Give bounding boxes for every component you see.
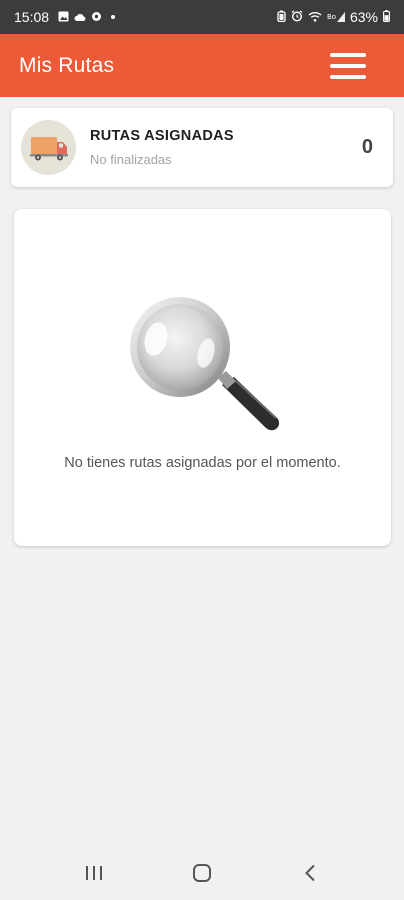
summary-text: RUTAS ASIGNADAS No finalizadas xyxy=(90,128,362,167)
summary-subtitle: No finalizadas xyxy=(90,152,172,167)
page-title: Mis Rutas xyxy=(19,53,115,77)
alarm-icon xyxy=(291,9,303,25)
summary-count: 0 xyxy=(361,136,373,158)
recent-apps-icon[interactable] xyxy=(74,853,114,893)
menu-line xyxy=(330,74,366,79)
truck-avatar xyxy=(21,120,76,175)
empty-illustration xyxy=(126,297,281,437)
cloud-icon xyxy=(74,9,86,25)
dot-icon xyxy=(111,15,116,19)
signal-icon: Bo xyxy=(327,9,345,25)
truck-icon xyxy=(29,136,68,160)
system-nav-bar xyxy=(0,846,404,900)
battery-icon xyxy=(383,9,390,25)
app-bar: Mis Rutas xyxy=(0,34,404,97)
menu-line xyxy=(330,63,366,68)
empty-state-card: No tienes rutas asignadas por el momento… xyxy=(14,209,391,546)
image-icon xyxy=(58,9,69,25)
settings-icon xyxy=(91,9,102,25)
assigned-routes-card[interactable]: RUTAS ASIGNADAS No finalizadas 0 xyxy=(11,108,393,187)
menu-line xyxy=(330,52,366,57)
home-icon[interactable] xyxy=(182,853,222,893)
svg-text:Bo: Bo xyxy=(327,13,336,21)
status-bar: 15:08 Bo 63% xyxy=(0,0,404,34)
empty-state-message: No tienes rutas asignadas por el momento… xyxy=(64,455,341,471)
hamburger-menu-icon[interactable] xyxy=(330,52,366,79)
battery-saver-icon xyxy=(277,9,286,25)
summary-title: RUTAS ASIGNADAS xyxy=(90,128,234,144)
magnifying-glass-icon xyxy=(130,297,280,431)
status-left: 15:08 xyxy=(14,9,116,25)
back-icon[interactable] xyxy=(290,853,330,893)
wifi-icon xyxy=(308,9,322,25)
battery-level: 63% xyxy=(349,9,378,25)
status-time: 15:08 xyxy=(14,9,50,25)
status-right: Bo 63% xyxy=(277,9,390,25)
